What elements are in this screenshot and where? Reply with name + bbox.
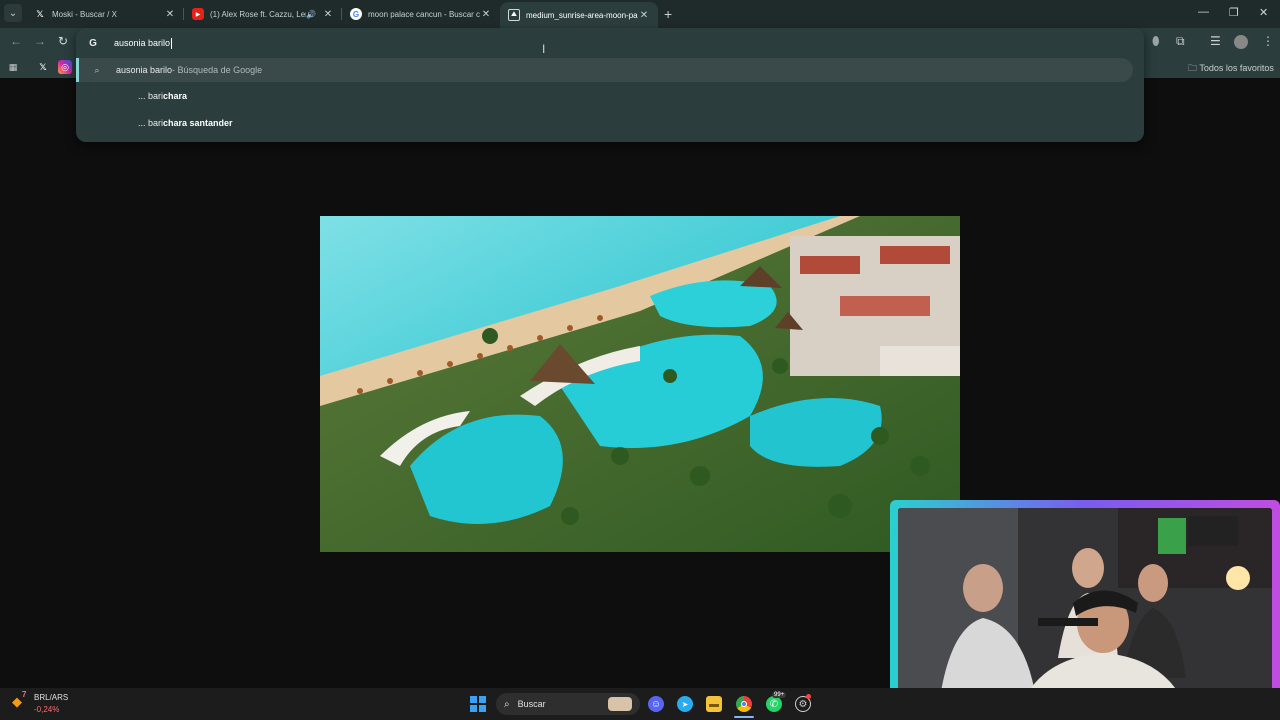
tab-title: Moski - Buscar / X (52, 9, 117, 19)
file-explorer-icon[interactable]: ▬ (706, 696, 722, 712)
text-cursor-icon: I (542, 42, 546, 56)
ticker-symbol[interactable]: BRL/ARS (34, 693, 68, 702)
suggestion-item[interactable]: ... bari chara santander (138, 113, 233, 133)
restore-icon[interactable]: ❐ (1229, 6, 1239, 19)
whatsapp-icon[interactable]: ✆ (766, 696, 782, 712)
tab-google-search[interactable]: G moon palace cancun - Buscar con Google… (342, 2, 500, 26)
windows-start-icon[interactable] (470, 696, 486, 712)
tab-search-button[interactable]: ⌄ (4, 4, 22, 22)
suggestion-prefix: ... bari (138, 91, 164, 101)
chrome-center (741, 701, 747, 707)
tab-strip: ⌄ 𝕏 Moski - Buscar / X ✕ ▶ (1) Alex Rose… (0, 0, 1280, 28)
close-icon[interactable]: ✕ (480, 9, 492, 20)
shield-icon[interactable]: ⬮ (1152, 34, 1160, 49)
suggestion-text: ausonia barilo (116, 65, 173, 75)
webcam-feed (898, 508, 1272, 712)
suggestion-match: chara santander (163, 118, 233, 128)
image-icon: ⛰ (508, 9, 520, 21)
omnibox-dropdown: G ausonia barilo ⌕ ausonia barilo - Búsq… (76, 28, 1144, 142)
youtube-icon: ▶ (192, 8, 204, 20)
tab-image-active[interactable]: ⛰ medium_sunrise-area-moon-pal ✕ (500, 2, 658, 28)
ticker-change: -0,24% (34, 705, 60, 714)
webcam-scene (898, 508, 1272, 712)
instagram-icon[interactable]: ◎ (58, 60, 72, 74)
forward-icon[interactable]: → (34, 34, 46, 48)
discord-icon[interactable]: ☺ (648, 696, 664, 712)
telegram-icon[interactable]: ➤ (677, 696, 693, 712)
tab-title: moon palace cancun - Buscar con Google (368, 9, 480, 19)
suggestion-match: chara (163, 91, 188, 101)
tab-youtube[interactable]: ▶ (1) Alex Rose ft. Cazzu, Lenny 🔊 ✕ (184, 2, 342, 26)
taskbar: ◆ 7 BRL/ARS -0,24% ⌕ Buscar ☺ ➤ ▬ ✆ 99+ … (0, 688, 1280, 720)
suggestion-item[interactable]: ... bari chara (138, 86, 187, 106)
bookmarks-folder[interactable]: 🗀 Todos los favoritos (1188, 61, 1274, 77)
minimize-icon[interactable]: — (1198, 6, 1209, 18)
weather-widget-icon[interactable]: ◆ 7 (12, 690, 30, 710)
suggestion-selected[interactable]: ⌕ ausonia barilo - Búsqueda de Google (76, 58, 1133, 82)
extensions-icon[interactable]: ⧉ (1176, 34, 1185, 49)
x-bookmark-icon[interactable]: 𝕏 (36, 60, 50, 74)
taskbar-search[interactable]: ⌕ Buscar (496, 693, 640, 715)
tab-title: medium_sunrise-area-moon-pal (526, 10, 638, 20)
resort-photo (320, 216, 960, 552)
address-bar[interactable]: G ausonia barilo (86, 34, 173, 52)
folder-icon: 🗀 (1188, 63, 1198, 73)
chrome-icon[interactable] (736, 696, 752, 712)
close-icon[interactable]: ✕ (638, 10, 650, 21)
new-tab-button[interactable]: + (664, 6, 672, 22)
reload-icon[interactable]: ↻ (58, 34, 68, 48)
profile-avatar[interactable] (1234, 35, 1248, 49)
menu-icon[interactable]: ⋮ (1262, 34, 1274, 48)
search-icon: ⌕ (94, 64, 100, 75)
x-logo-icon: 𝕏 (36, 8, 44, 19)
active-app-indicator (734, 716, 754, 718)
chevron-down-icon: ⌄ (8, 7, 18, 19)
search-highlight-icon (608, 697, 632, 711)
close-icon[interactable]: ✕ (322, 9, 334, 20)
ticker-icon: ◆ (12, 694, 22, 709)
address-input[interactable]: ausonia barilo (114, 38, 170, 48)
notification-dot (806, 694, 811, 699)
close-icon[interactable]: ✕ (164, 9, 176, 20)
suggestion-prefix: ... bari (138, 118, 164, 128)
speaker-icon[interactable]: 🔊 (306, 10, 316, 19)
text-caret (171, 37, 173, 49)
google-icon: G (350, 8, 362, 20)
search-icon: ⌕ (504, 698, 510, 710)
google-icon: G (89, 37, 97, 49)
media-controls-icon[interactable]: ☰ (1210, 34, 1221, 48)
tab-title: (1) Alex Rose ft. Cazzu, Lenny (210, 9, 306, 19)
webcam-overlay (890, 500, 1280, 720)
back-icon[interactable]: ← (10, 34, 22, 48)
whatsapp-badge: 99+ (772, 692, 787, 698)
apps-grid-icon[interactable]: ▦ (6, 60, 20, 74)
folder-label: Todos los favoritos (1199, 63, 1274, 73)
ticker-badge: 7 (22, 690, 27, 699)
taskbar-search-label: Buscar (517, 699, 546, 709)
tab-moski[interactable]: 𝕏 Moski - Buscar / X ✕ (26, 2, 184, 26)
suggestion-suffix: - Búsqueda de Google (172, 65, 263, 75)
close-window-icon[interactable]: ✕ (1259, 6, 1268, 19)
